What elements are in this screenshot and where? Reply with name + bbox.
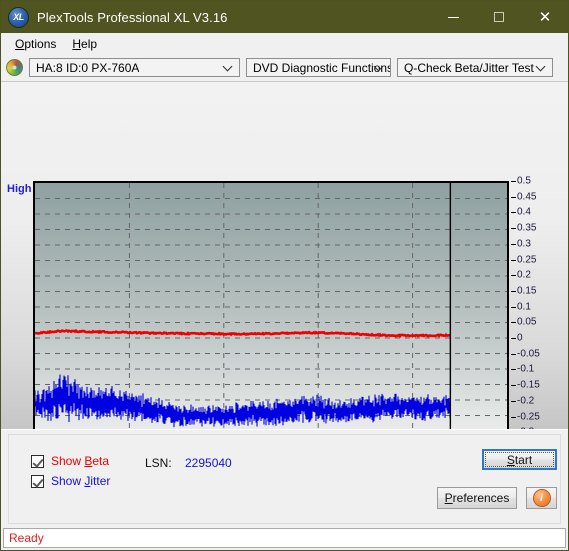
- y-tick-label: -0.1: [517, 363, 535, 375]
- y-tick-label: 0.25: [517, 254, 537, 265]
- minimize-button[interactable]: [430, 1, 476, 33]
- y-tick-mark: [511, 290, 516, 292]
- y-tick-label: -0.25: [517, 411, 540, 422]
- y-tick-mark: [511, 243, 516, 245]
- y-tick-label: -0.15: [517, 379, 540, 391]
- y-tick-mark: [511, 275, 516, 277]
- maximize-button[interactable]: [476, 1, 522, 33]
- preferences-button[interactable]: Preferences: [437, 487, 517, 509]
- info-button[interactable]: i: [526, 487, 557, 509]
- minimize-icon: [447, 16, 459, 18]
- show-jitter-checkbox[interactable]: [31, 474, 44, 488]
- y-tick-mark: [511, 306, 516, 308]
- chevron-down-icon: [375, 63, 383, 71]
- show-beta-checkbox[interactable]: [31, 454, 44, 468]
- y-tick-mark: [511, 212, 516, 214]
- y-tick-mark: [511, 228, 516, 230]
- test-select-value: Q-Check Beta/Jitter Test: [404, 60, 534, 75]
- selector-toolbar: HA:8 ID:0 PX-760A DVD Diagnostic Functio…: [1, 54, 568, 81]
- show-beta-row[interactable]: Show Beta: [31, 454, 109, 468]
- controls-group: Show Beta Show Jitter LSN: 2295040 Start…: [8, 434, 561, 524]
- menu-bar: Options Help: [1, 33, 568, 54]
- y-tick-mark: [511, 400, 516, 402]
- y-tick-label: -0.2: [517, 395, 535, 407]
- lsn-label: LSN:: [145, 456, 172, 470]
- y-tick-label: 0.2: [517, 269, 531, 281]
- function-select[interactable]: DVD Diagnostic Functions: [246, 58, 391, 77]
- drive-select[interactable]: HA:8 ID:0 PX-760A: [29, 58, 240, 77]
- y-tick-mark: [511, 416, 516, 418]
- drive-select-value: HA:8 ID:0 PX-760A: [36, 60, 140, 75]
- lsn-value: 2295040: [185, 456, 232, 470]
- axis-label-high: High: [7, 183, 32, 195]
- y-tick-label: 0.1: [517, 301, 531, 313]
- y-tick-label: 0.5: [517, 175, 531, 187]
- y-tick-label: 0.3: [517, 238, 531, 250]
- info-icon: i: [533, 490, 550, 506]
- series-beta: [35, 328, 451, 339]
- start-button-label: Start: [485, 452, 554, 467]
- maximize-icon: [494, 12, 504, 22]
- window-controls: ✕: [430, 1, 568, 33]
- y-tick-label: 0.05: [517, 316, 537, 328]
- function-select-value: DVD Diagnostic Functions: [253, 60, 390, 75]
- y-tick-label: 0: [517, 332, 523, 344]
- y-tick-label: 0.45: [517, 191, 537, 203]
- start-button[interactable]: Start: [482, 449, 557, 470]
- optical-disc-icon: [6, 59, 23, 76]
- y-tick-mark: [511, 181, 516, 182]
- y-tick-label: -0.05: [517, 348, 540, 360]
- status-bar: Ready: [3, 528, 566, 548]
- show-jitter-label: Show Jitter: [51, 474, 111, 488]
- y-tick-mark: [511, 196, 516, 198]
- y-tick-label: 0.15: [517, 285, 537, 297]
- menu-item-options[interactable]: Options: [7, 35, 64, 53]
- y-tick-mark: [511, 353, 516, 355]
- window-title: PlexTools Professional XL V3.16: [37, 9, 228, 25]
- close-button[interactable]: ✕: [522, 1, 568, 33]
- y-tick-label: 0.35: [517, 222, 537, 234]
- title-bar: XL PlexTools Professional XL V3.16 ✕: [1, 1, 568, 33]
- chart-panel: High Low 0.50.450.40.350.30.250.20.150.1…: [1, 81, 568, 515]
- y-tick-mark: [511, 322, 516, 324]
- show-jitter-row[interactable]: Show Jitter: [31, 474, 110, 488]
- chevron-down-icon: [537, 63, 545, 71]
- series-jitter: [35, 374, 451, 428]
- y-tick-mark: [511, 259, 516, 261]
- chevron-down-icon: [224, 63, 232, 71]
- y-tick-mark: [511, 385, 516, 387]
- show-beta-label: Show Beta: [51, 454, 110, 468]
- preferences-button-label: Preferences: [444, 491, 510, 505]
- y-tick-mark: [511, 338, 516, 339]
- menu-item-help[interactable]: Help: [64, 35, 105, 53]
- app-window: XL PlexTools Professional XL V3.16 ✕ Opt…: [0, 0, 569, 551]
- y-tick-label: 0.4: [517, 206, 531, 218]
- close-icon: ✕: [538, 8, 552, 26]
- status-text: Ready: [9, 531, 44, 545]
- xl-logo-icon: XL: [9, 7, 28, 27]
- test-select[interactable]: Q-Check Beta/Jitter Test: [397, 58, 553, 77]
- controls-panel: Show Beta Show Jitter LSN: 2295040 Start…: [1, 429, 568, 528]
- y-tick-mark: [511, 369, 516, 371]
